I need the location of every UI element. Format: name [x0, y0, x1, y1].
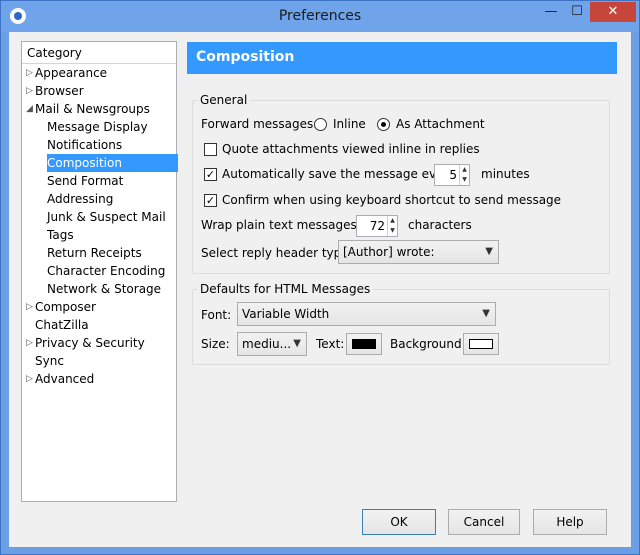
category-item-label: Mail & Newsgroups: [35, 102, 150, 116]
autosave-label[interactable]: Automatically save the message every: [222, 167, 456, 181]
autosave-checkbox[interactable]: ✓: [204, 168, 217, 181]
category-item-label: Character Encoding: [47, 264, 166, 278]
chevron-down-icon: ▼: [482, 308, 490, 319]
maximize-button[interactable]: ☐: [564, 2, 590, 22]
category-item[interactable]: Junk & Suspect Mail: [22, 208, 176, 226]
reply-header-value: [Author] wrote:: [343, 245, 435, 259]
category-item[interactable]: ◢ Mail & Newsgroups: [22, 100, 176, 118]
category-item-label: Addressing: [47, 192, 114, 206]
chevron-down-icon: ▼: [293, 338, 301, 349]
category-item[interactable]: Addressing: [22, 190, 176, 208]
help-button[interactable]: Help: [533, 509, 607, 535]
category-item[interactable]: ▷ Appearance: [22, 64, 176, 82]
confirm-send-label[interactable]: Confirm when using keyboard shortcut to …: [222, 193, 561, 207]
category-item[interactable]: ChatZilla: [22, 316, 176, 334]
category-item-label: Appearance: [35, 66, 108, 80]
forward-label: Forward messages:: [201, 117, 318, 131]
forward-inline-label[interactable]: Inline: [333, 117, 366, 131]
autosave-minutes-value[interactable]: 5: [449, 168, 457, 182]
minimize-button[interactable]: —: [538, 2, 564, 22]
forward-attachment-label[interactable]: As Attachment: [396, 117, 485, 131]
quote-attachments-checkbox[interactable]: [204, 143, 217, 156]
category-item-label: ChatZilla: [35, 318, 89, 332]
category-item-label: Browser: [35, 84, 84, 98]
autosave-minutes-stepper[interactable]: 5 ▲ ▼: [434, 164, 470, 186]
font-select[interactable]: Variable Width ▼: [237, 302, 496, 326]
category-item-label: Send Format: [47, 174, 124, 188]
general-legend: General: [197, 93, 251, 107]
category-item[interactable]: Network & Storage: [22, 280, 176, 298]
collapsed-arrow-icon[interactable]: ▷: [26, 370, 33, 388]
category-item-label: Sync: [35, 354, 64, 368]
reply-header-select[interactable]: [Author] wrote: ▼: [338, 240, 499, 264]
quote-attachments-label[interactable]: Quote attachments viewed inline in repli…: [222, 142, 480, 156]
category-item-label: Advanced: [35, 372, 95, 386]
font-value: Variable Width: [242, 307, 330, 321]
category-item[interactable]: Tags: [22, 226, 176, 244]
category-item[interactable]: ▷ Browser: [22, 82, 176, 100]
category-item[interactable]: Notifications: [22, 136, 176, 154]
category-header: Category: [22, 42, 176, 64]
category-item-label: Notifications: [47, 138, 123, 152]
collapsed-arrow-icon[interactable]: ▷: [26, 298, 33, 316]
background-color-button[interactable]: [463, 333, 499, 355]
category-item[interactable]: Return Receipts: [22, 244, 176, 262]
category-item-label: Privacy & Security: [35, 336, 145, 350]
collapsed-arrow-icon[interactable]: ▷: [26, 334, 33, 352]
collapsed-arrow-icon[interactable]: ▷: [26, 82, 33, 100]
preferences-window: Preferences — ☐ ✕ Category ▷ Appearance ▷ B…: [0, 0, 640, 555]
panel-title: Composition: [187, 42, 617, 74]
text-color-swatch: [352, 339, 376, 349]
cancel-button[interactable]: Cancel: [448, 509, 520, 535]
size-select[interactable]: mediu... ▼: [237, 332, 307, 356]
category-item-label: Composer: [35, 300, 96, 314]
category-item[interactable]: Message Display: [22, 118, 176, 136]
category-item[interactable]: Send Format: [22, 172, 176, 190]
stepper-arrows-icon[interactable]: ▲ ▼: [387, 216, 397, 236]
category-item[interactable]: Composition: [22, 154, 178, 172]
category-item-label: Message Display: [47, 120, 148, 134]
category-item[interactable]: ▷ Advanced: [22, 370, 176, 388]
stepper-arrows-icon[interactable]: ▲ ▼: [459, 165, 469, 185]
category-item[interactable]: Character Encoding: [22, 262, 176, 280]
category-item[interactable]: ▷ Composer: [22, 298, 176, 316]
font-label: Font:: [201, 308, 232, 322]
forward-inline-radio[interactable]: [314, 118, 327, 131]
category-item-label: Composition: [47, 154, 178, 172]
category-item[interactable]: ▷ Privacy & Security: [22, 334, 176, 352]
category-list: ▷ Appearance ▷ Browser ◢ Mail & Newsgroups Mes…: [22, 64, 178, 388]
close-button[interactable]: ✕: [590, 2, 636, 22]
category-item-label: Return Receipts: [47, 246, 142, 260]
text-color-label: Text:: [316, 337, 345, 351]
category-item-label: Junk & Suspect Mail: [47, 210, 166, 224]
ok-button[interactable]: OK: [362, 509, 436, 535]
expanded-arrow-icon[interactable]: ◢: [26, 100, 33, 118]
title-bar[interactable]: Preferences — ☐ ✕: [1, 1, 639, 32]
category-item[interactable]: Sync: [22, 352, 176, 370]
dialog-body: Category ▷ Appearance ▷ Browser ◢ Mail & News…: [9, 32, 631, 547]
wrap-columns-value[interactable]: 72: [370, 219, 385, 233]
wrap-label: Wrap plain text messages at: [201, 218, 373, 232]
category-tree[interactable]: Category ▷ Appearance ▷ Browser ◢ Mail & News…: [21, 41, 178, 502]
background-color-label: Background:: [390, 337, 466, 351]
background-color-swatch: [469, 339, 493, 349]
chevron-down-icon: ▼: [485, 246, 493, 257]
size-label: Size:: [201, 337, 230, 351]
confirm-send-checkbox[interactable]: ✓: [204, 194, 217, 207]
category-item-label: Tags: [47, 228, 74, 242]
html-defaults-legend: Defaults for HTML Messages: [197, 282, 374, 296]
text-color-button[interactable]: [346, 333, 382, 355]
wrap-unit: characters: [408, 218, 472, 232]
forward-attachment-radio[interactable]: [377, 118, 390, 131]
collapsed-arrow-icon[interactable]: ▷: [26, 64, 33, 82]
autosave-unit: minutes: [481, 167, 530, 181]
category-item-label: Network & Storage: [47, 282, 162, 296]
reply-header-label: Select reply header type:: [201, 246, 353, 260]
wrap-columns-stepper[interactable]: 72 ▲ ▼: [356, 215, 398, 237]
size-value: mediu...: [242, 337, 292, 351]
